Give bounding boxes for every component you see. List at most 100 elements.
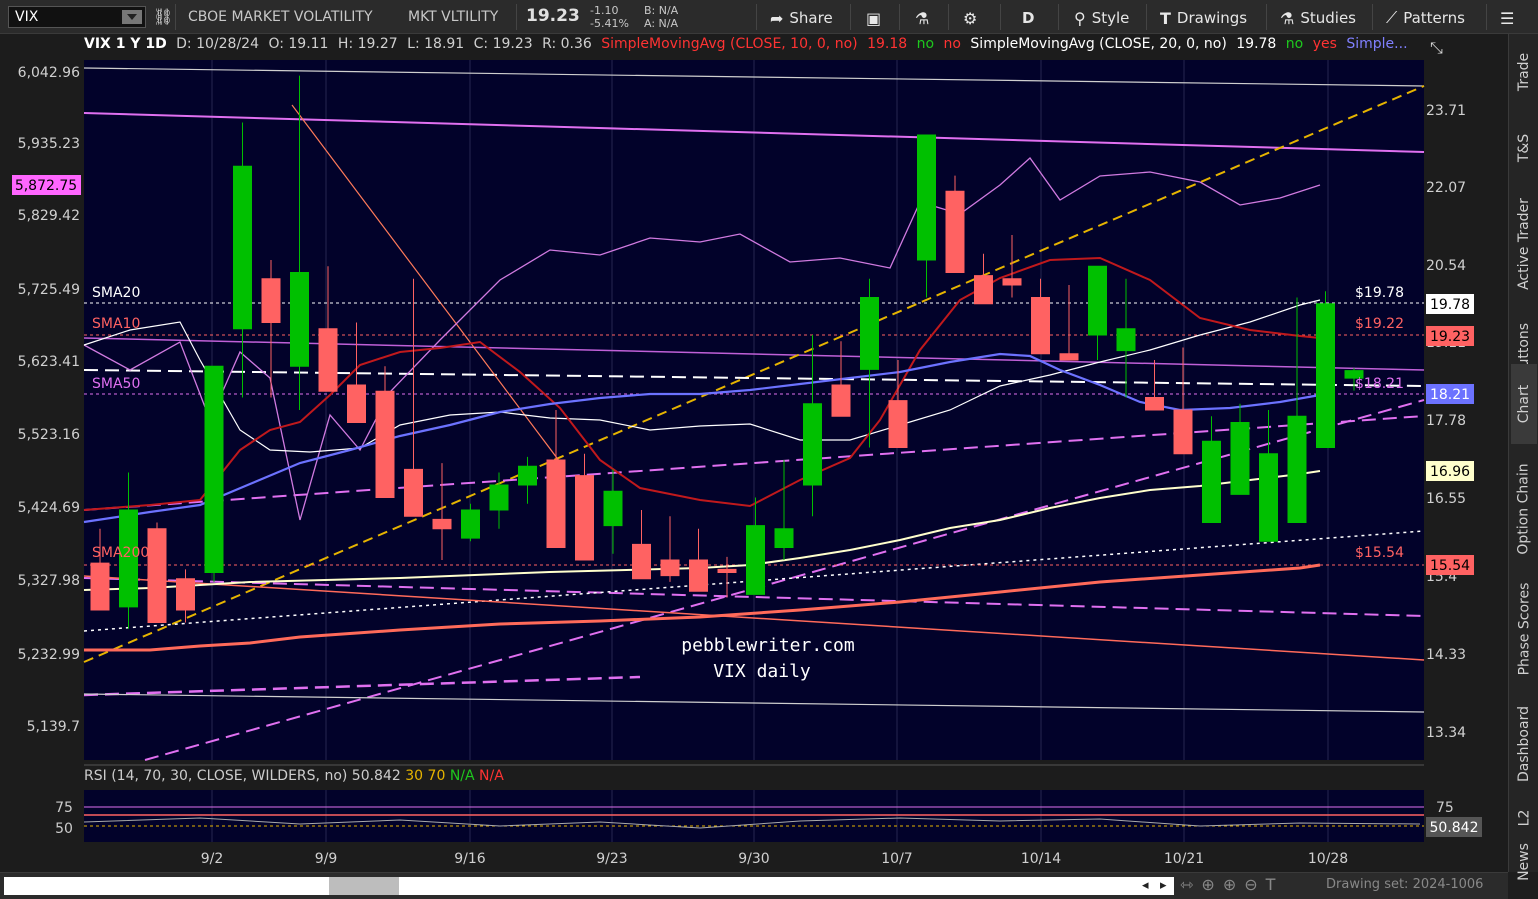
period-button[interactable]: D [1022,6,1034,30]
candle-body[interactable] [375,390,395,498]
candle-body[interactable] [689,559,708,592]
candle-body[interactable] [261,278,281,323]
scrollbar-thumb[interactable] [329,877,399,895]
candle-body[interactable] [1116,328,1136,352]
rsi-oversold: 30 [405,768,424,784]
style-button[interactable]: ⚲ Style [1074,6,1129,30]
left-axis-tick: 5,139.7 [27,719,80,735]
candle-body[interactable] [945,190,965,273]
legend-sma10-value: 19.18 [867,36,908,52]
right-axis-tick: 13.34 [1426,725,1466,741]
settings-button[interactable]: ⚙ [963,6,977,30]
candle-body[interactable] [917,134,936,261]
sma10-label: SMA10 [92,316,140,332]
candle-body[interactable] [1230,422,1250,495]
sma50-label: SMA50 [92,376,140,392]
horizontal-scrollbar[interactable]: ◂ ▸ [4,877,1174,895]
news-icon: ▣ [866,8,882,28]
candle-body[interactable] [803,403,822,486]
candle-body[interactable] [318,328,338,392]
tab-trade[interactable]: Trade [1511,42,1537,102]
symbol-input[interactable]: VIX [8,6,146,28]
rsi-down-signal: N/A [479,768,504,784]
candle-body[interactable] [575,475,594,561]
candle-body[interactable] [774,528,794,548]
legend-close: C: 19.23 [473,36,533,52]
legend-sma10-label[interactable]: SimpleMovingAvg (CLOSE, 10, 0, no) [601,36,857,52]
rsi-axis-right-75: 75 [1436,800,1454,816]
candle-body[interactable] [1173,409,1193,455]
candle-body[interactable] [461,509,480,539]
tab-level2[interactable]: L2 [1511,798,1537,838]
price-chart[interactable]: SMA20 SMA10 SMA50 SMA200 $19.78 $19.22 $… [0,58,1508,872]
crosshair-toggle-icon[interactable]: ⤡ [1430,38,1443,58]
rsi-legend[interactable]: RSI (14, 70, 30, CLOSE, WILDERS, no) 50.… [84,768,504,788]
divider [899,4,900,30]
candle-body[interactable] [90,562,110,611]
left-axis-tick: 5,523.16 [18,427,80,443]
tab-news[interactable]: News [1511,842,1537,882]
candle-body[interactable] [632,543,651,580]
candle-body[interactable] [518,465,537,486]
candle-body[interactable] [1287,415,1307,523]
news-button[interactable]: ▣ [866,6,881,30]
scroll-right-arrow[interactable]: ▸ [1160,878,1167,893]
tab-active-trader[interactable]: Active Trader [1511,184,1537,304]
candle-body[interactable] [432,518,452,530]
legend-date: D: 10/28/24 [176,36,259,52]
candle-body[interactable] [717,568,737,573]
share-button[interactable]: ➦ Share [770,6,833,30]
candle-body[interactable] [204,365,224,573]
candle-body[interactable] [1259,453,1278,542]
studies-button[interactable]: ⚗ Studies [1280,6,1356,30]
candle-body[interactable] [1088,265,1107,336]
legend-high: H: 19.27 [337,36,398,52]
tab-dashboard[interactable]: Dashboard [1511,694,1537,794]
flask-button[interactable]: ⚗ [915,6,929,30]
candle-body[interactable] [347,384,366,423]
drawings-button[interactable]: T Drawings [1160,6,1247,30]
candle-body[interactable] [860,297,879,370]
zoom-tools[interactable]: ⇿⊕⊕⊖T [1180,875,1283,894]
symbol-dropdown-icon[interactable] [122,10,142,24]
candle-body[interactable] [888,400,908,448]
candle-body[interactable] [974,275,993,305]
candle-body[interactable] [290,272,309,367]
candle-body[interactable] [489,484,509,511]
candle-body[interactable] [831,384,851,417]
divider [1000,4,1001,30]
legend-sma20-flag1: no [1285,36,1304,52]
right-axis-tick: 20.54 [1426,258,1466,274]
layout-menu-button[interactable]: ☰ [1500,6,1514,30]
legend-sma20-label[interactable]: SimpleMovingAvg (CLOSE, 20, 0, no) [970,36,1226,52]
link-icon[interactable]: ⛓ [153,7,173,26]
candle-body[interactable] [233,165,252,330]
candle-body[interactable] [1059,353,1079,361]
tab-chart[interactable]: Chart [1511,364,1537,444]
x-axis-date-label: 9/16 [454,851,486,867]
rsi-value-marker: 50.842 [1430,820,1479,836]
candle-body[interactable] [546,459,566,548]
candle-body[interactable] [1145,397,1164,411]
candle-body[interactable] [176,578,195,611]
candle-body[interactable] [1202,440,1221,523]
candle-body[interactable] [603,490,623,527]
candle-body[interactable] [660,559,680,577]
sma20-label: SMA20 [92,285,140,301]
tab-option-chain[interactable]: Option Chain [1511,454,1537,564]
candle-body[interactable] [147,528,167,623]
divider [1146,4,1147,30]
candle-body[interactable] [1031,297,1050,355]
x-axis-date-label: 9/30 [738,851,769,867]
legend-more-studies[interactable]: Simple... [1346,36,1407,52]
x-axis-date-label: 10/14 [1021,851,1061,867]
candle-body[interactable] [746,525,765,595]
tab-time-and-sales[interactable]: T&S [1511,116,1537,180]
legend-sma10-flag2: no [943,36,961,52]
patterns-button[interactable]: ⟋ Patterns [1386,6,1465,30]
candle-body[interactable] [1316,303,1335,448]
candle-body[interactable] [404,468,423,517]
candle-body[interactable] [1002,278,1022,286]
tab-phase-scores[interactable]: Phase Scores [1511,574,1537,684]
scroll-left-arrow[interactable]: ◂ [1142,878,1149,893]
